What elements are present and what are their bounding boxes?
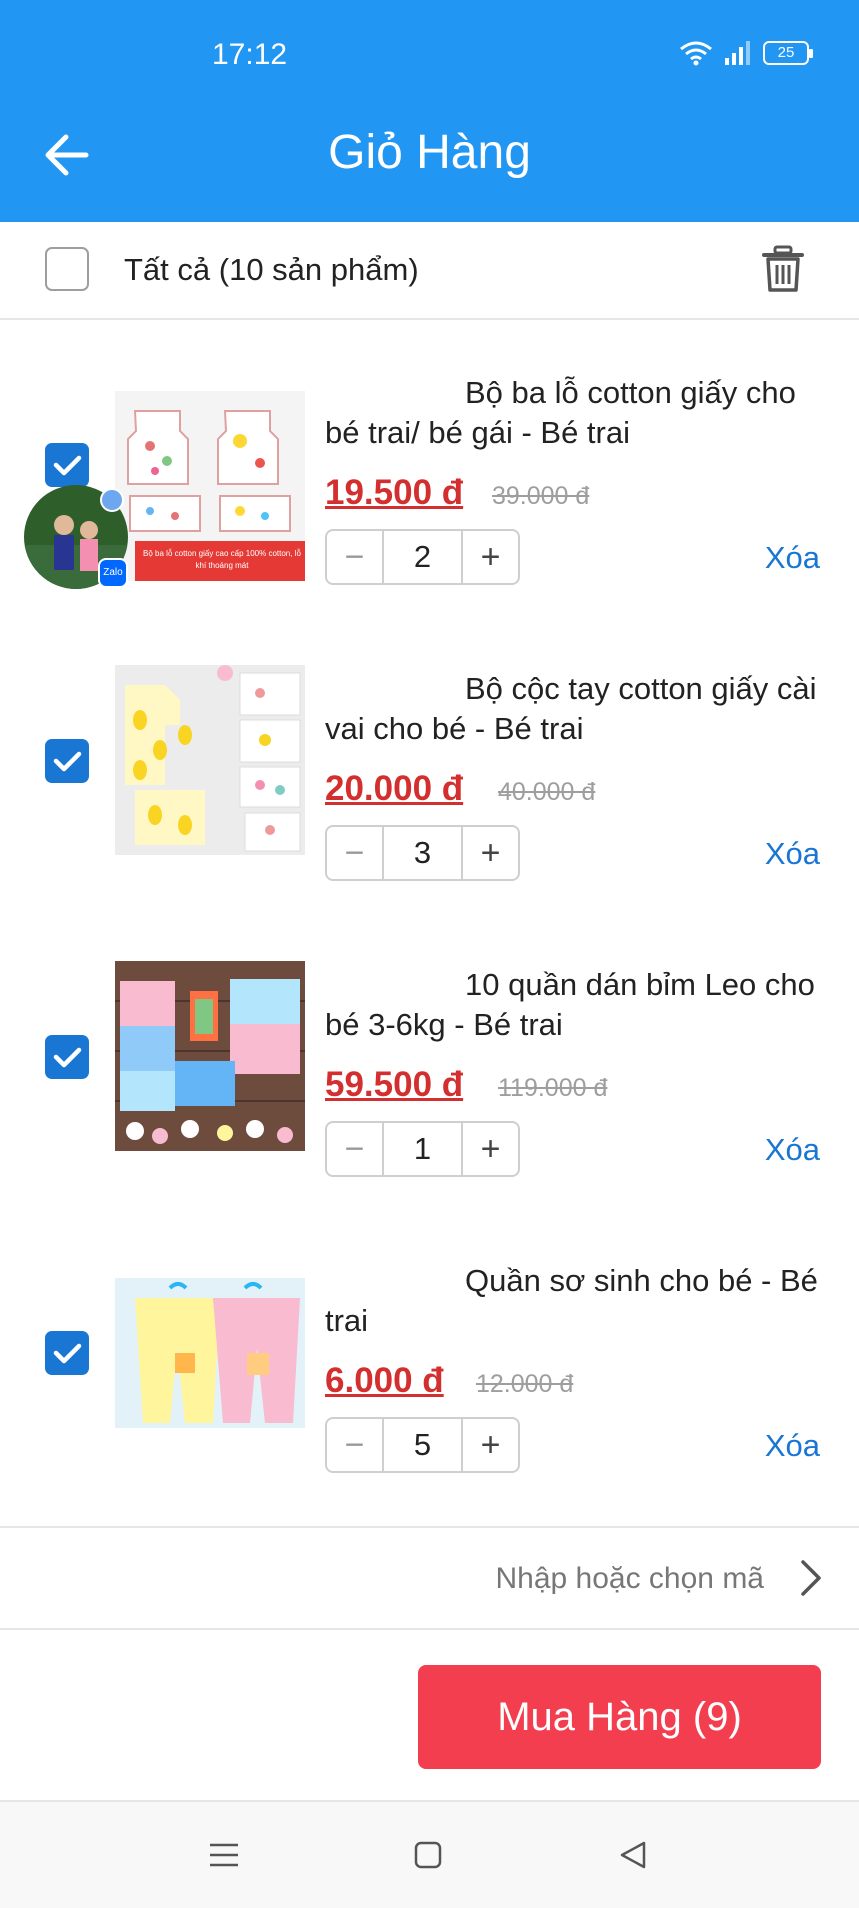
minus-icon[interactable]: − <box>327 1123 382 1175</box>
minus-icon[interactable]: − <box>327 531 382 583</box>
product-price: 59.500 đ <box>325 1065 464 1104</box>
plus-icon[interactable]: + <box>463 531 518 583</box>
cart-item: Bộ ba lỗ cotton giấy cao cấp 100% cotton… <box>0 345 859 641</box>
product-name[interactable]: Bộ ba lỗ cotton giấy cho bé trai/ bé gái… <box>325 373 830 453</box>
remove-item-button[interactable]: Xóa <box>765 540 820 576</box>
minus-icon[interactable]: − <box>327 827 382 879</box>
item-checkbox[interactable] <box>45 1331 89 1375</box>
product-name[interactable]: Quần sơ sinh cho bé - Bé trai <box>325 1261 830 1341</box>
zalo-badge-icon: Zalo <box>98 558 128 588</box>
quantity-stepper: − 5 + <box>325 1417 520 1473</box>
remove-item-button[interactable]: Xóa <box>765 1428 820 1464</box>
product-price: 19.500 đ <box>325 473 464 512</box>
trash-icon[interactable] <box>758 244 808 294</box>
product-old-price: 119.000 đ <box>498 1074 608 1102</box>
product-image-art <box>115 665 305 855</box>
check-icon <box>53 1343 82 1364</box>
remove-item-button[interactable]: Xóa <box>765 1132 820 1168</box>
signal-icon <box>725 41 750 65</box>
check-icon <box>53 1047 82 1068</box>
remove-item-button[interactable]: Xóa <box>765 836 820 872</box>
check-icon <box>53 455 82 476</box>
quantity-value[interactable]: 5 <box>382 1419 463 1471</box>
status-icons: 25 <box>679 40 813 66</box>
quantity-value[interactable]: 2 <box>382 531 463 583</box>
home-icon[interactable] <box>408 1835 448 1875</box>
plus-icon[interactable]: + <box>463 1419 518 1471</box>
product-image[interactable] <box>115 961 305 1151</box>
product-image[interactable] <box>115 1278 305 1428</box>
plus-icon[interactable]: + <box>463 827 518 879</box>
check-icon <box>53 751 82 772</box>
quantity-value[interactable]: 3 <box>382 827 463 879</box>
chevron-right-icon[interactable] <box>795 1558 825 1598</box>
product-image[interactable] <box>115 665 305 855</box>
quantity-stepper: − 3 + <box>325 825 520 881</box>
item-checkbox[interactable] <box>45 1035 89 1079</box>
cart-item: 10 quần dán bỉm Leo cho bé 3-6kg - Bé tr… <box>0 937 859 1233</box>
buy-button[interactable]: Mua Hàng (9) <box>418 1665 821 1769</box>
cart-item: Bộ cộc tay cotton giấy cài vai cho bé - … <box>0 641 859 937</box>
product-old-price: 40.000 đ <box>498 778 596 806</box>
quantity-stepper: − 1 + <box>325 1121 520 1177</box>
chat-status-dot <box>100 488 124 512</box>
product-image-art <box>115 1278 305 1428</box>
product-name[interactable]: 10 quần dán bỉm Leo cho bé 3-6kg - Bé tr… <box>325 965 830 1045</box>
menu-icon[interactable] <box>204 1835 244 1875</box>
select-all-label: Tất cả (10 sản phẩm) <box>124 252 419 287</box>
product-price: 6.000 đ <box>325 1361 444 1400</box>
wifi-icon <box>680 41 712 66</box>
status-time: 17:12 <box>212 38 288 71</box>
voucher-input-placeholder[interactable]: Nhập hoặc chọn mã <box>495 1562 764 1596</box>
product-name[interactable]: Bộ cộc tay cotton giấy cài vai cho bé - … <box>325 669 830 749</box>
product-image-caption: Bộ ba lỗ cotton giấy cao cấp 100% cotton… <box>143 549 301 570</box>
back-nav-icon[interactable] <box>614 1835 654 1875</box>
quantity-value[interactable]: 1 <box>382 1123 463 1175</box>
select-all-checkbox[interactable] <box>45 247 89 291</box>
quantity-stepper: − 2 + <box>325 529 520 585</box>
product-old-price: 12.000 đ <box>476 1370 574 1398</box>
product-price: 20.000 đ <box>325 769 464 808</box>
item-checkbox[interactable] <box>45 739 89 783</box>
battery-icon: 25 <box>763 41 813 65</box>
app-bar: 17:12 25 Giỏ Hàng <box>0 0 859 222</box>
page-title: Giỏ Hàng <box>328 126 531 179</box>
product-image[interactable]: Bộ ba lỗ cotton giấy cao cấp 100% cotton… <box>115 391 305 581</box>
product-image-art <box>115 961 305 1151</box>
plus-icon[interactable]: + <box>463 1123 518 1175</box>
cart-item: Quần sơ sinh cho bé - Bé trai 6.000 đ 12… <box>0 1233 859 1529</box>
minus-icon[interactable]: − <box>327 1419 382 1471</box>
item-checkbox[interactable] <box>45 443 89 487</box>
product-old-price: 39.000 đ <box>492 482 590 510</box>
